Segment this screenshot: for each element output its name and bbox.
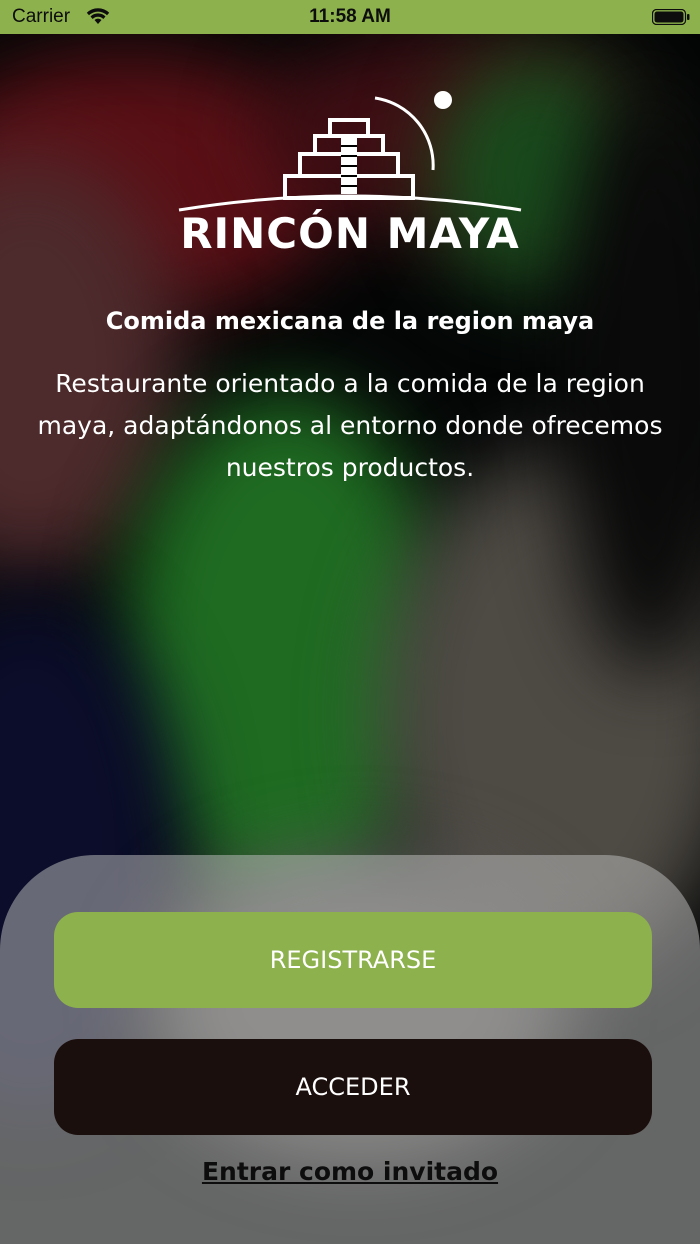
brand-logo: RINCÓN MAYA bbox=[175, 86, 525, 258]
action-sheet: REGISTRARSE ACCEDER Entrar como invitado bbox=[0, 855, 700, 1244]
login-button[interactable]: ACCEDER bbox=[54, 1039, 652, 1135]
battery-icon bbox=[651, 8, 690, 26]
clock: 11:58 AM bbox=[309, 6, 391, 27]
description: Restaurante orientado a la comida de la … bbox=[37, 369, 663, 482]
tagline: Comida mexicana de la region maya bbox=[105, 307, 595, 335]
register-button[interactable]: REGISTRARSE bbox=[54, 912, 652, 1008]
brand-name: RINCÓN MAYA bbox=[180, 208, 520, 256]
guest-login-link[interactable]: Entrar como invitado bbox=[0, 1157, 700, 1186]
status-bar: Carrier 11:58 AM bbox=[0, 0, 700, 34]
